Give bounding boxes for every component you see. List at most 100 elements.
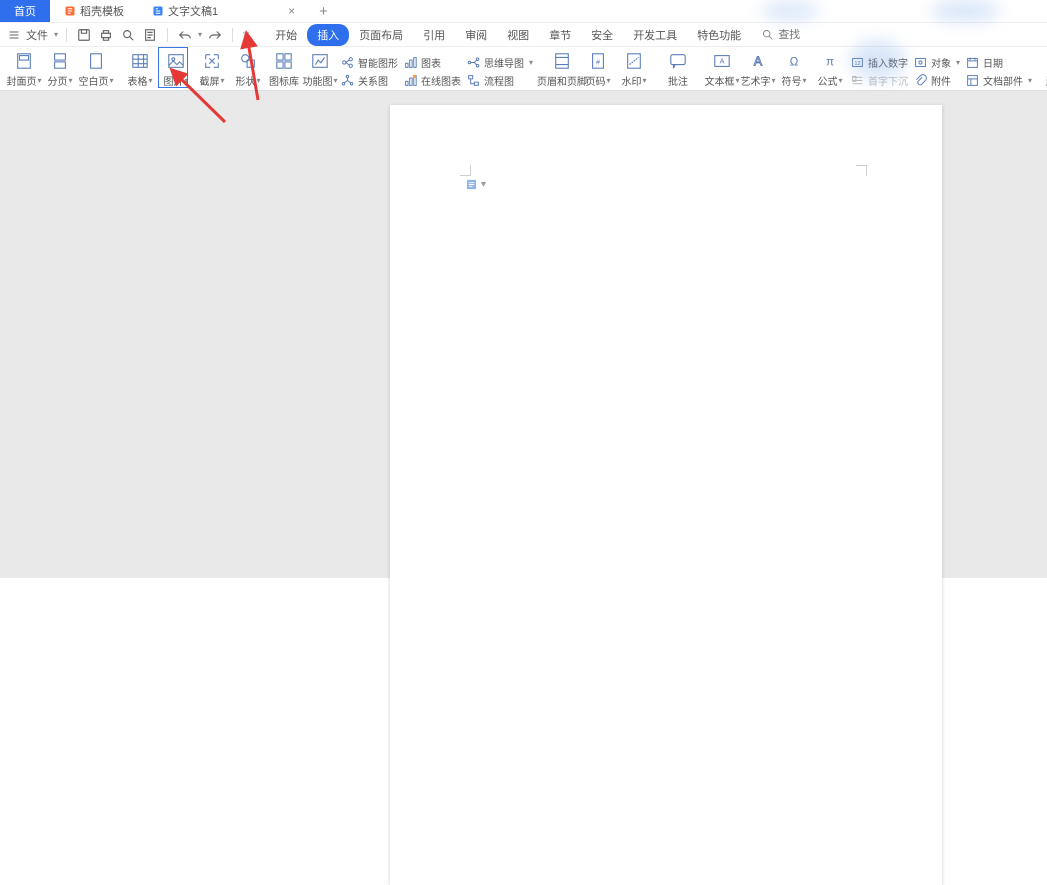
btn-attachment[interactable]: 附件 [914, 73, 960, 88]
maintab-dev[interactable]: 开发工具 [623, 24, 687, 46]
smudge [850, 40, 905, 80]
btn-comment[interactable]: 批注 [661, 52, 695, 90]
document-icon [152, 5, 164, 17]
preview-icon[interactable] [119, 26, 137, 44]
btn-textbox[interactable]: A文本框▾ [705, 52, 739, 90]
btn-cover[interactable]: 封面页▾ [7, 52, 41, 90]
lbl: 截屏 [199, 73, 219, 88]
maintab-section[interactable]: 章节 [539, 24, 581, 46]
print-icon[interactable] [97, 26, 115, 44]
search-input[interactable] [778, 29, 826, 41]
search-box[interactable] [761, 28, 826, 41]
doc-icon[interactable] [141, 26, 159, 44]
lbl: 在线图表 [421, 73, 461, 88]
maintab-insert[interactable]: 插入 [307, 24, 349, 46]
svg-text:A: A [754, 55, 763, 69]
btn-relation[interactable]: 关系图 [341, 73, 398, 88]
equation-icon: π [821, 52, 839, 70]
btn-pageno[interactable]: #页码▾ [581, 52, 615, 90]
file-menu[interactable]: 文件 [26, 27, 48, 43]
search-icon [761, 28, 774, 41]
maintab-security[interactable]: 安全 [581, 24, 623, 46]
pagebreak-icon [51, 52, 69, 70]
lbl: 附件 [931, 73, 951, 88]
lbl: 分页 [47, 73, 67, 88]
btn-screenshot[interactable]: 截屏▾ [195, 52, 229, 90]
lbl: 页眉和页脚 [537, 73, 587, 88]
headerfooter-icon [553, 52, 571, 70]
lbl: 流程图 [484, 73, 514, 88]
lbl: 表格 [127, 73, 147, 88]
maintab-layout[interactable]: 页面布局 [349, 24, 413, 46]
btn-symbol[interactable]: Ω符号▾ [777, 52, 811, 90]
btn-mindmap[interactable]: 思维导图▾ [467, 55, 533, 70]
iconlib-icon [275, 52, 293, 70]
btn-wordart[interactable]: A艺术字▾ [741, 52, 775, 90]
lbl: 公式 [818, 73, 838, 88]
btn-iconlib[interactable]: 图标库 [267, 52, 301, 90]
btn-onlinechart[interactable]: 在线图表 [404, 73, 461, 88]
comment-icon [669, 52, 687, 70]
maintab-ref[interactable]: 引用 [413, 24, 455, 46]
undo-icon[interactable] [176, 26, 194, 44]
redo-icon[interactable] [206, 26, 224, 44]
maintab-start[interactable]: 开始 [265, 24, 307, 46]
lbl: 页码 [586, 73, 606, 88]
tab-document[interactable]: 文字文稿1 × [138, 0, 309, 22]
btn-pagebreak[interactable]: 分页▾ [43, 52, 77, 90]
smudge [930, 0, 1000, 22]
btn-docparts[interactable]: 文档部件▾ [966, 73, 1032, 88]
tab-home[interactable]: 首页 [0, 0, 50, 22]
btn-flowchart[interactable]: 流程图 [467, 73, 533, 88]
workspace: ▾ [0, 91, 1047, 578]
lbl: 形状 [235, 73, 255, 88]
btn-watermark[interactable]: 水印▾ [617, 52, 651, 90]
lbl: 批注 [668, 73, 688, 88]
table-icon [131, 52, 149, 70]
lbl: 图表 [421, 55, 441, 70]
tab-template[interactable]: 稻壳模板 [50, 0, 138, 22]
blank-icon [87, 52, 105, 70]
tab-add[interactable]: + [309, 0, 338, 22]
close-icon[interactable]: × [288, 4, 295, 18]
btn-picture[interactable]: 图片▾ [159, 52, 193, 90]
lbl: 文档部件 [983, 73, 1023, 88]
lbl: 水印 [622, 73, 642, 88]
maintab-special[interactable]: 特色功能 [687, 24, 751, 46]
screenshot-icon [203, 52, 221, 70]
btn-headerfooter[interactable]: 页眉和页脚 [545, 52, 579, 90]
lbl: 智能图形 [358, 55, 398, 70]
lbl: 图标库 [269, 73, 299, 88]
menu-icon[interactable] [8, 29, 20, 41]
lbl: 日期 [983, 55, 1003, 70]
watermark-icon [625, 52, 643, 70]
btn-smartart[interactable]: 智能图形 [341, 55, 398, 70]
maintab-view[interactable]: 视图 [497, 24, 539, 46]
btn-table[interactable]: 表格▾ [123, 52, 157, 90]
svg-text:Ω: Ω [790, 56, 799, 69]
btn-date[interactable]: 日期 [966, 55, 1032, 70]
tab-document-label: 文字文稿1 [168, 3, 218, 19]
lbl: 图片 [163, 73, 183, 88]
lbl: 思维导图 [484, 55, 524, 70]
lbl: 关系图 [358, 73, 388, 88]
btn-chart[interactable]: 图表 [404, 55, 461, 70]
document-page[interactable]: ▾ [390, 105, 942, 885]
lbl: 功能图 [303, 73, 333, 88]
save-icon[interactable] [75, 26, 93, 44]
smudge [760, 2, 820, 20]
tab-home-label: 首页 [14, 3, 36, 19]
btn-equation[interactable]: π公式▾ [813, 52, 847, 90]
btn-object[interactable]: 对象▾ [914, 55, 960, 70]
btn-blankpage[interactable]: 空白页▾ [79, 52, 113, 90]
divider [66, 28, 67, 42]
wordart-icon: A [749, 52, 767, 70]
divider [232, 28, 233, 42]
funcplot-icon [311, 52, 329, 70]
pageno-icon: # [589, 52, 607, 70]
divider [167, 28, 168, 42]
lbl: 文本框 [705, 73, 735, 88]
maintab-review[interactable]: 审阅 [455, 24, 497, 46]
btn-shape[interactable]: 形状▾ [231, 52, 265, 90]
btn-funcplot[interactable]: 功能图▾ [303, 52, 337, 90]
